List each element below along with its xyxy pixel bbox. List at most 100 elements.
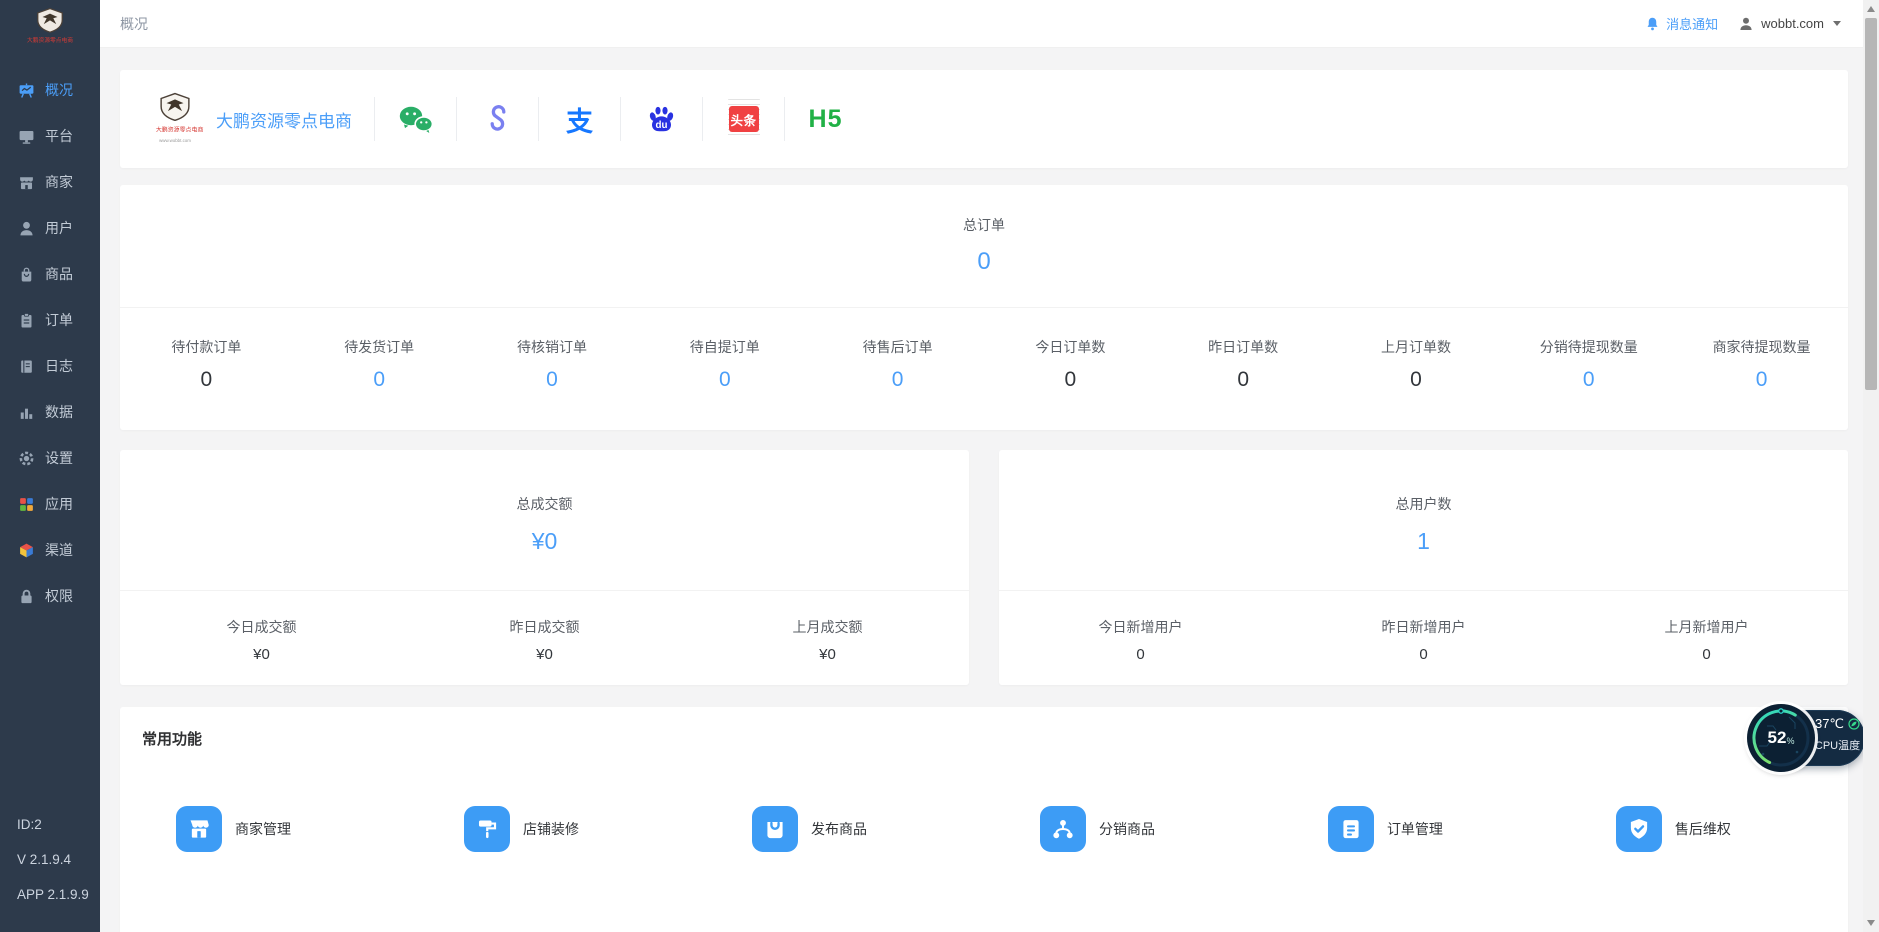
sidebar-item-apps[interactable]: 应用 <box>0 481 100 527</box>
stat-orders-lastmonth: 上月订单数 0 <box>1330 337 1503 392</box>
shop-logo: 大鹏资源零点电商 www.wobbt.com <box>146 92 204 147</box>
sidebar-menu: 概况 平台 商家 用户 <box>0 67 100 619</box>
sidebar-item-label: 数据 <box>45 402 73 422</box>
stat-merchant-withdrawals: 商家待提现数量 0 <box>1675 337 1848 392</box>
sidebar-item-auth[interactable]: 权限 <box>0 573 100 619</box>
account-name: wobbt.com <box>1761 16 1824 31</box>
platform-baidu[interactable]: du <box>621 103 702 136</box>
sidebar-item-order[interactable]: 订单 <box>0 297 100 343</box>
quick-functions-card: 常用功能 商家管理 店铺装修 <box>120 707 1848 932</box>
scrollbar-thumb[interactable] <box>1865 18 1877 390</box>
baidu-icon: du <box>645 103 678 136</box>
chevron-down-icon <box>1833 21 1841 26</box>
page-scrollbar[interactable] <box>1863 0 1879 932</box>
scroll-up-arrow[interactable] <box>1867 6 1875 12</box>
stat-pending-aftersale: 待售后订单 0 <box>811 337 984 392</box>
stat-pending-shipment: 待发货订单 0 <box>293 337 466 392</box>
sidebar-item-goods[interactable]: 商品 <box>0 251 100 297</box>
fn-aftersale-rights[interactable]: 售后维权 <box>1560 806 1848 852</box>
sidebar-item-overview[interactable]: 概况 <box>0 67 100 113</box>
stat-revenue-today: 今日成交额 ¥0 <box>120 617 403 663</box>
sidebar-item-user[interactable]: 用户 <box>0 205 100 251</box>
sidebar-item-merchant[interactable]: 商家 <box>0 159 100 205</box>
person-icon <box>1738 16 1754 32</box>
stat-users-yesterday: 昨日新增用户 0 <box>1282 617 1565 663</box>
stat-pending-verification: 待核销订单 0 <box>466 337 639 392</box>
sidebar-item-channel[interactable]: 渠道 <box>0 527 100 573</box>
clipboard-icon <box>17 311 35 329</box>
platform-miniprogram[interactable] <box>457 103 538 135</box>
stat-users-today: 今日新增用户 0 <box>999 617 1282 663</box>
sidebar-item-settings[interactable]: 设置 <box>0 435 100 481</box>
platform-monitor-icon <box>17 127 35 145</box>
toutiao-icon: 头条 <box>724 99 764 139</box>
main-content: 大鹏资源零点电商 www.wobbt.com 大鹏资源零点电商 <box>100 48 1863 932</box>
cpu-usage-percent: 52% <box>1747 704 1815 772</box>
fn-publish-product[interactable]: 发布商品 <box>696 806 984 852</box>
platform-alipay[interactable]: 支 <box>539 100 620 139</box>
orders-total: 总订单 0 <box>120 185 1848 307</box>
notifications-link[interactable]: 消息通知 <box>1645 14 1718 33</box>
user-icon <box>17 219 35 237</box>
network-nodes-icon <box>1040 806 1086 852</box>
svg-text:du: du <box>656 120 668 131</box>
account-menu[interactable]: wobbt.com <box>1738 16 1841 32</box>
sidebar-logo: 大鹏资源零点电商 <box>0 0 100 57</box>
sidebar: 大鹏资源零点电商 概况 平台 商家 <box>0 0 100 932</box>
sidebar-item-label: 平台 <box>45 126 73 146</box>
sidebar-item-label: 用户 <box>45 218 73 238</box>
cube-icon <box>17 541 35 559</box>
lock-icon <box>17 587 35 605</box>
sidebar-item-label: 应用 <box>45 494 73 514</box>
shopping-bag-icon <box>752 806 798 852</box>
order-list-icon <box>1328 806 1374 852</box>
platform-h5[interactable]: H5 <box>785 105 866 134</box>
notifications-label: 消息通知 <box>1666 14 1718 33</box>
stat-orders-yesterday: 昨日订单数 0 <box>1157 337 1330 392</box>
stat-pending-pickup: 待自提订单 0 <box>638 337 811 392</box>
miniprogram-icon <box>482 103 514 135</box>
fn-shop-decoration[interactable]: 店铺装修 <box>408 806 696 852</box>
fn-order-management[interactable]: 订单管理 <box>1272 806 1560 852</box>
stat-pending-payment: 待付款订单 0 <box>120 337 293 392</box>
stat-users-lastmonth: 上月新增用户 0 <box>1565 617 1848 663</box>
sidebar-item-label: 概况 <box>45 80 73 100</box>
platform-toutiao[interactable]: 头条 <box>703 99 784 139</box>
gear-icon <box>17 449 35 467</box>
sidebar-item-label: 商品 <box>45 264 73 284</box>
stat-distributor-withdrawals: 分销待提现数量 0 <box>1502 337 1675 392</box>
alipay-icon: 支 <box>566 100 593 139</box>
shield-icon <box>1616 806 1662 852</box>
cpu-monitor-widget: 52% 37℃ CPU温度 <box>1743 703 1865 773</box>
bar-chart-icon <box>17 403 35 421</box>
summary-cards-row: 总成交额 ¥0 今日成交额 ¥0 昨日成交额 ¥0 上月成交额 ¥0 <box>120 450 1848 685</box>
stat-revenue-lastmonth: 上月成交额 ¥0 <box>686 617 969 663</box>
fn-distribution-product[interactable]: 分销商品 <box>984 806 1272 852</box>
sidebar-item-platform[interactable]: 平台 <box>0 113 100 159</box>
platform-wechat[interactable] <box>375 104 456 135</box>
revenue-stats-row: 今日成交额 ¥0 昨日成交额 ¥0 上月成交额 ¥0 <box>120 591 969 663</box>
sidebar-item-data[interactable]: 数据 <box>0 389 100 435</box>
sidebar-item-label: 日志 <box>45 356 73 376</box>
scroll-down-arrow[interactable] <box>1867 920 1875 926</box>
brand-shield-icon <box>35 7 65 33</box>
leaf-icon <box>1848 718 1860 730</box>
users-stats-row: 今日新增用户 0 昨日新增用户 0 上月新增用户 0 <box>999 591 1848 663</box>
orders-total-value: 0 <box>120 248 1848 276</box>
shopping-bag-icon <box>17 265 35 283</box>
stat-orders-today: 今日订单数 0 <box>984 337 1157 392</box>
fn-merchant-management[interactable]: 商家管理 <box>120 806 408 852</box>
sidebar-item-log[interactable]: 日志 <box>0 343 100 389</box>
revenue-total: 总成交额 ¥0 <box>120 450 969 590</box>
orders-stats-row: 待付款订单 0 待发货订单 0 待核销订单 0 待自提订单 0 待售后订单 <box>120 308 1848 392</box>
storefront-icon <box>17 173 35 191</box>
sidebar-footer: ID:2 V 2.1.9.4 APP 2.1.9.9 <box>17 807 89 912</box>
cpu-temperature: 37℃ <box>1813 716 1862 732</box>
shop-name: 大鹏资源零点电商 <box>216 107 352 132</box>
app-version: APP 2.1.9.9 <box>17 877 89 912</box>
quick-functions-row: 商家管理 店铺装修 发布商品 <box>120 806 1848 852</box>
storefront-icon <box>176 806 222 852</box>
stat-revenue-yesterday: 昨日成交额 ¥0 <box>403 617 686 663</box>
sidebar-item-label: 设置 <box>45 448 73 468</box>
cpu-info: 37℃ CPU温度 <box>1813 716 1862 753</box>
